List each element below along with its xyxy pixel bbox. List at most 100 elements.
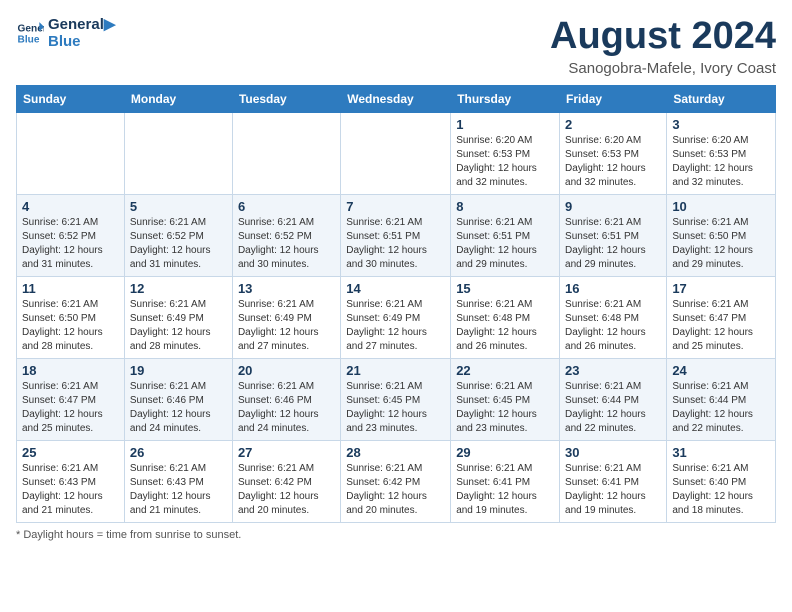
day-number: 16 (565, 281, 661, 296)
day-number: 3 (672, 117, 770, 132)
day-number: 27 (238, 445, 335, 460)
day-info: Sunrise: 6:21 AM Sunset: 6:51 PM Dayligh… (456, 216, 554, 272)
calendar-cell (17, 112, 125, 194)
day-info: Sunrise: 6:21 AM Sunset: 6:50 PM Dayligh… (22, 298, 119, 354)
day-number: 12 (130, 281, 227, 296)
day-number: 22 (456, 363, 554, 378)
calendar-cell: 27Sunrise: 6:21 AM Sunset: 6:42 PM Dayli… (232, 440, 340, 522)
calendar-cell: 10 Sunrise: 6:21 AM Sunset: 6:50 PM Dayli… (667, 194, 776, 276)
day-info: Sunrise: 6:20 AM Sunset: 6:53 PM Dayligh… (672, 134, 770, 190)
calendar-cell: 2 Sunrise: 6:20 AM Sunset: 6:53 PM Daylig… (560, 112, 667, 194)
col-header-tuesday: Tuesday (232, 85, 340, 112)
day-info: Sunrise: 6:21 AM Sunset: 6:52 PM Dayligh… (238, 216, 335, 272)
calendar-cell: 7 Sunrise: 6:21 AM Sunset: 6:51 PM Daylig… (341, 194, 451, 276)
day-number: 24 (672, 363, 770, 378)
calendar-cell: 20 Sunrise: 6:21 AM Sunset: 6:46 PM Dayli… (232, 358, 340, 440)
day-info: Sunrise: 6:21 AM Sunset: 6:48 PM Dayligh… (456, 298, 554, 354)
calendar-cell: 28 Sunrise: 6:21 AM Sunset: 6:42 PM Dayli… (341, 440, 451, 522)
calendar-week-row: 4Sunrise: 6:21 AM Sunset: 6:52 PM Daylig… (17, 194, 776, 276)
calendar-cell: 19 Sunrise: 6:21 AM Sunset: 6:46 PM Dayli… (124, 358, 232, 440)
calendar-cell: 1 Sunrise: 6:20 AM Sunset: 6:53 PM Daylig… (451, 112, 560, 194)
svg-text:Blue: Blue (18, 35, 40, 46)
calendar-cell (124, 112, 232, 194)
calendar-cell: 17Sunrise: 6:21 AM Sunset: 6:47 PM Dayli… (667, 276, 776, 358)
logo-text: General▶ Blue (48, 16, 115, 51)
col-header-monday: Monday (124, 85, 232, 112)
calendar-cell: 6 Sunrise: 6:21 AM Sunset: 6:52 PM Daylig… (232, 194, 340, 276)
calendar-cell (341, 112, 451, 194)
day-number: 20 (238, 363, 335, 378)
calendar-week-row: 25 Sunrise: 6:21 AM Sunset: 6:43 PM Dayli… (17, 440, 776, 522)
day-number: 14 (346, 281, 445, 296)
day-number: 11 (22, 281, 119, 296)
day-info: Sunrise: 6:21 AM Sunset: 6:50 PM Dayligh… (672, 216, 770, 272)
day-info: Sunrise: 6:21 AM Sunset: 6:52 PM Dayligh… (22, 216, 119, 272)
day-number: 23 (565, 363, 661, 378)
calendar-cell: 3 Sunrise: 6:20 AM Sunset: 6:53 PM Daylig… (667, 112, 776, 194)
day-number: 2 (565, 117, 661, 132)
day-info: Sunrise: 6:21 AM Sunset: 6:51 PM Dayligh… (565, 216, 661, 272)
day-number: 15 (456, 281, 554, 296)
footer-text: Daylight hours (23, 529, 93, 541)
col-header-sunday: Sunday (17, 85, 125, 112)
calendar-header-row: SundayMondayTuesdayWednesdayThursdayFrid… (17, 85, 776, 112)
calendar-cell: 25 Sunrise: 6:21 AM Sunset: 6:43 PM Dayli… (17, 440, 125, 522)
col-header-saturday: Saturday (667, 85, 776, 112)
day-info: Sunrise: 6:21 AM Sunset: 6:48 PM Dayligh… (565, 298, 661, 354)
day-number: 21 (346, 363, 445, 378)
col-header-wednesday: Wednesday (341, 85, 451, 112)
month-title: August 2024 (550, 16, 776, 58)
calendar-cell: 15 Sunrise: 6:21 AM Sunset: 6:48 PM Dayli… (451, 276, 560, 358)
day-info: Sunrise: 6:21 AM Sunset: 6:41 PM Dayligh… (456, 462, 554, 518)
calendar-cell (232, 112, 340, 194)
calendar-cell: 18 Sunrise: 6:21 AM Sunset: 6:47 PM Dayli… (17, 358, 125, 440)
day-info: Sunrise: 6:21 AM Sunset: 6:45 PM Dayligh… (346, 380, 445, 436)
calendar-cell: 26Sunrise: 6:21 AM Sunset: 6:43 PM Dayli… (124, 440, 232, 522)
day-number: 1 (456, 117, 554, 132)
day-number: 19 (130, 363, 227, 378)
footer-note: * Daylight hours = time from sunrise to … (16, 529, 776, 541)
day-info: Sunrise: 6:21 AM Sunset: 6:52 PM Dayligh… (130, 216, 227, 272)
page-header: General Blue General▶ Blue August 2024 S… (16, 16, 776, 77)
day-number: 28 (346, 445, 445, 460)
day-number: 6 (238, 199, 335, 214)
day-info: Sunrise: 6:21 AM Sunset: 6:45 PM Dayligh… (456, 380, 554, 436)
calendar-cell: 5Sunrise: 6:21 AM Sunset: 6:52 PM Daylig… (124, 194, 232, 276)
day-info: Sunrise: 6:21 AM Sunset: 6:46 PM Dayligh… (238, 380, 335, 436)
day-info: Sunrise: 6:21 AM Sunset: 6:49 PM Dayligh… (130, 298, 227, 354)
day-number: 29 (456, 445, 554, 460)
day-number: 10 (672, 199, 770, 214)
calendar-cell: 23Sunrise: 6:21 AM Sunset: 6:44 PM Dayli… (560, 358, 667, 440)
day-number: 18 (22, 363, 119, 378)
day-info: Sunrise: 6:20 AM Sunset: 6:53 PM Dayligh… (456, 134, 554, 190)
day-info: Sunrise: 6:21 AM Sunset: 6:49 PM Dayligh… (238, 298, 335, 354)
day-info: Sunrise: 6:21 AM Sunset: 6:49 PM Dayligh… (346, 298, 445, 354)
calendar-cell: 24 Sunrise: 6:21 AM Sunset: 6:44 PM Dayli… (667, 358, 776, 440)
title-block: August 2024 Sanogobra-Mafele, Ivory Coas… (550, 16, 776, 77)
calendar-cell: 22 Sunrise: 6:21 AM Sunset: 6:45 PM Dayli… (451, 358, 560, 440)
day-info: Sunrise: 6:21 AM Sunset: 6:43 PM Dayligh… (22, 462, 119, 518)
day-number: 9 (565, 199, 661, 214)
day-info: Sunrise: 6:21 AM Sunset: 6:44 PM Dayligh… (672, 380, 770, 436)
day-info: Sunrise: 6:20 AM Sunset: 6:53 PM Dayligh… (565, 134, 661, 190)
day-info: Sunrise: 6:21 AM Sunset: 6:51 PM Dayligh… (346, 216, 445, 272)
calendar-cell: 8Sunrise: 6:21 AM Sunset: 6:51 PM Daylig… (451, 194, 560, 276)
calendar-cell: 30Sunrise: 6:21 AM Sunset: 6:41 PM Dayli… (560, 440, 667, 522)
day-number: 13 (238, 281, 335, 296)
day-info: Sunrise: 6:21 AM Sunset: 6:46 PM Dayligh… (130, 380, 227, 436)
day-number: 7 (346, 199, 445, 214)
day-info: Sunrise: 6:21 AM Sunset: 6:42 PM Dayligh… (346, 462, 445, 518)
day-info: Sunrise: 6:21 AM Sunset: 6:47 PM Dayligh… (22, 380, 119, 436)
calendar-cell: 13 Sunrise: 6:21 AM Sunset: 6:49 PM Dayli… (232, 276, 340, 358)
day-number: 25 (22, 445, 119, 460)
day-info: Sunrise: 6:21 AM Sunset: 6:40 PM Dayligh… (672, 462, 770, 518)
calendar-week-row: 18 Sunrise: 6:21 AM Sunset: 6:47 PM Dayli… (17, 358, 776, 440)
logo-icon: General Blue (16, 19, 44, 47)
col-header-friday: Friday (560, 85, 667, 112)
calendar-cell: 16 Sunrise: 6:21 AM Sunset: 6:48 PM Dayli… (560, 276, 667, 358)
day-number: 30 (565, 445, 661, 460)
day-number: 26 (130, 445, 227, 460)
calendar-cell: 31Sunrise: 6:21 AM Sunset: 6:40 PM Dayli… (667, 440, 776, 522)
calendar-cell: 12 Sunrise: 6:21 AM Sunset: 6:49 PM Dayli… (124, 276, 232, 358)
calendar-cell: 14 Sunrise: 6:21 AM Sunset: 6:49 PM Dayli… (341, 276, 451, 358)
